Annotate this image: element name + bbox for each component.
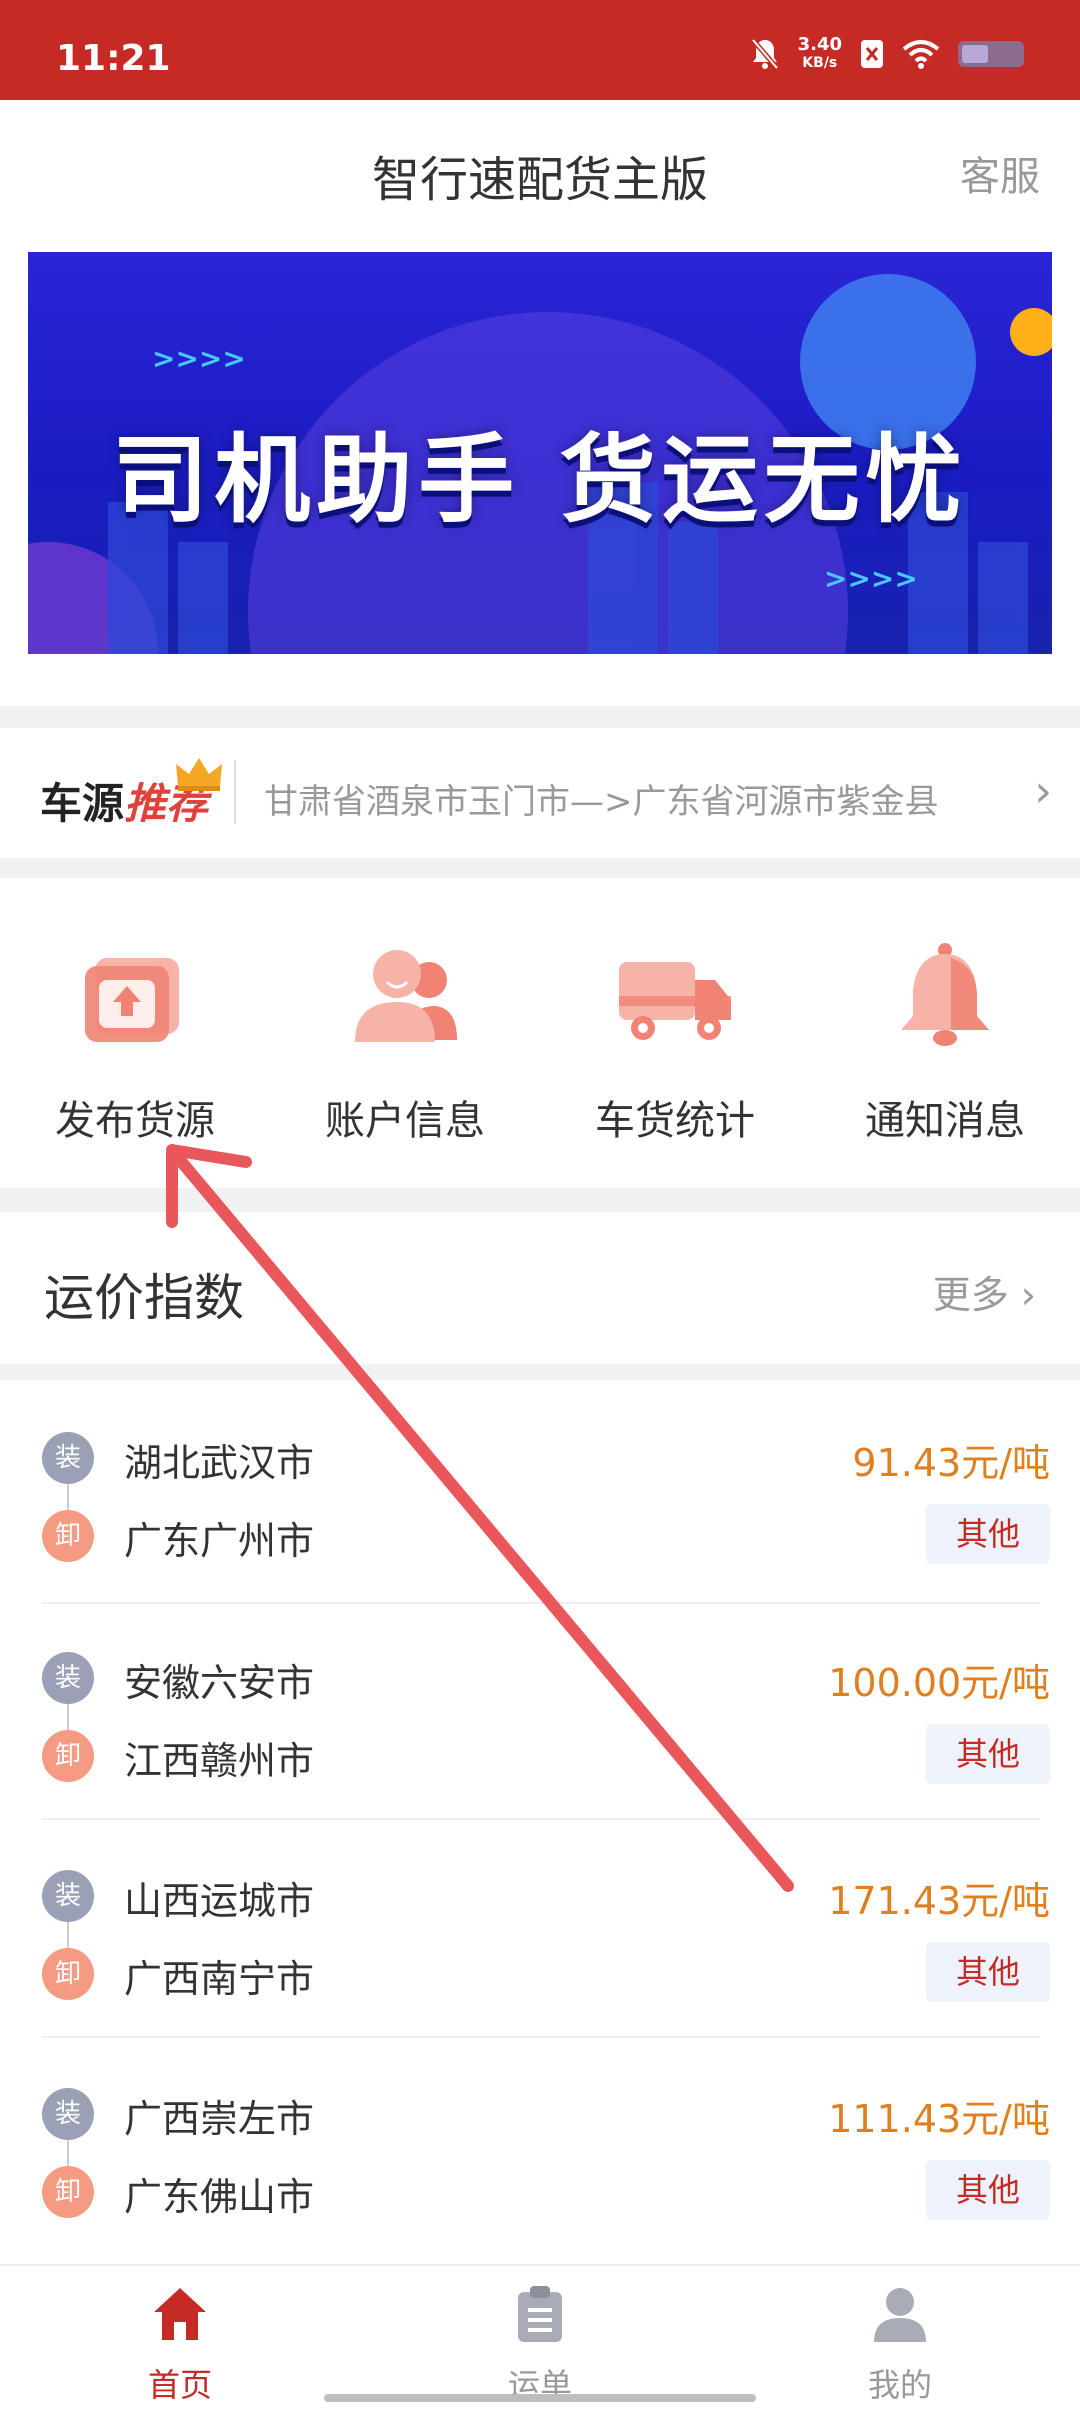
recommend-route: 甘肃省酒泉市玉门市—>广东省河源市紫金县 (264, 782, 939, 822)
cargo-type-tag: 其他 (926, 1942, 1050, 2002)
status-time: 11:21 (56, 38, 171, 79)
list-item[interactable]: 装 卸 安徽六安市 江西赣州市 100.00元/吨 其他 (0, 1600, 1080, 1820)
account-user-icon (355, 950, 457, 1042)
list-item[interactable]: 装 卸 山西运城市 广西南宁市 171.43元/吨 其他 (0, 1818, 1080, 2038)
person-icon (874, 2288, 926, 2342)
page-title: 智行速配货主版 (371, 152, 708, 208)
section-divider (0, 858, 1080, 878)
svg-text:>>>>: >>>> (152, 342, 246, 375)
load-badge: 装 (42, 1432, 94, 1484)
unload-badge: 卸 (42, 1730, 94, 1782)
section-divider (0, 1188, 1080, 1212)
bell-icon (901, 943, 989, 1046)
wifi-icon (902, 40, 940, 69)
unload-badge: 卸 (42, 1510, 94, 1562)
origin-city: 安徽六安市 (124, 1661, 315, 1705)
customer-service-button[interactable]: 客服 (960, 144, 1040, 202)
promo-banner[interactable]: >>>> >>>> 司机助手 货运无忧 (28, 252, 1052, 654)
publish-upload-icon (85, 958, 179, 1042)
tab-home[interactable]: 首页 (0, 2266, 360, 2410)
list-item[interactable]: 装 卸 广西崇左市 广东佛山市 111.43元/吨 其他 (0, 2036, 1080, 2254)
chevron-right-icon: › (1020, 1273, 1036, 1317)
recommend-divider (234, 760, 236, 824)
chevron-right-icon[interactable]: › (1034, 766, 1052, 817)
origin-city: 湖北武汉市 (124, 1441, 315, 1485)
quick-account-info[interactable]: 账户信息 (270, 878, 540, 1188)
origin-city: 山西运城市 (124, 1879, 315, 1923)
vehicle-recommend-bar[interactable]: 车源推荐 甘肃省酒泉市玉门市—>广东省河源市紫金县 › (0, 728, 1080, 858)
destination-city: 广东佛山市 (124, 2175, 315, 2219)
cargo-type-tag: 其他 (926, 1504, 1050, 1564)
bell-off-icon (750, 38, 779, 70)
destination-city: 广西南宁市 (124, 1957, 315, 2001)
section-divider (0, 706, 1080, 728)
title-bar: 智行速配货主版 客服 (0, 100, 1080, 250)
truck-icon (619, 962, 731, 1040)
price-index-title: 运价指数 (44, 1269, 244, 1327)
quick-actions: 发布货源 账户信息 车货统计 通知消息 (0, 878, 1080, 1188)
crown-icon (176, 758, 222, 791)
route-connector (67, 1484, 69, 1510)
section-divider (0, 1364, 1080, 1380)
unload-badge: 卸 (42, 2166, 94, 2218)
home-indicator (324, 2394, 756, 2402)
home-icon (154, 2288, 206, 2340)
destination-city: 广东广州市 (124, 1519, 315, 1563)
svg-text:>>>>: >>>> (824, 562, 918, 595)
load-badge: 装 (42, 2088, 94, 2140)
tab-orders[interactable]: 运单 (360, 2266, 720, 2410)
sim-x-icon (861, 40, 883, 68)
freight-price: 171.43元/吨 (828, 1879, 1050, 1923)
freight-price: 100.00元/吨 (828, 1661, 1050, 1705)
route-connector (67, 1922, 69, 1948)
route-connector (67, 2140, 69, 2166)
tab-mine[interactable]: 我的 (720, 2266, 1080, 2410)
load-badge: 装 (42, 1870, 94, 1922)
clipboard-icon (518, 2286, 562, 2342)
origin-city: 广西崇左市 (124, 2097, 315, 2141)
status-bar: 11:21 3.40 KB/s (0, 0, 1080, 100)
unload-badge: 卸 (42, 1948, 94, 2000)
destination-city: 江西赣州市 (124, 1739, 315, 1783)
bottom-tab-bar: 首页 运单 我的 (0, 2264, 1080, 2410)
load-badge: 装 (42, 1652, 94, 1704)
more-link[interactable]: 更多 › (933, 1264, 1036, 1319)
quick-publish-cargo[interactable]: 发布货源 (0, 878, 270, 1188)
freight-price: 91.43元/吨 (852, 1441, 1050, 1485)
quick-notifications[interactable]: 通知消息 (810, 878, 1080, 1188)
banner-slogan: 司机助手 货运无忧 (112, 424, 968, 536)
route-connector (67, 1704, 69, 1730)
cargo-type-tag: 其他 (926, 1724, 1050, 1784)
cargo-type-tag: 其他 (926, 2160, 1050, 2220)
battery-icon (958, 41, 1024, 67)
list-item[interactable]: 装 卸 湖北武汉市 广东广州市 91.43元/吨 其他 (0, 1380, 1080, 1604)
status-icons: 3.40 KB/s (750, 36, 1024, 72)
freight-price: 111.43元/吨 (828, 2097, 1050, 2141)
net-speed-icon: 3.40 KB/s (797, 34, 842, 72)
quick-cargo-stats[interactable]: 车货统计 (540, 878, 810, 1188)
